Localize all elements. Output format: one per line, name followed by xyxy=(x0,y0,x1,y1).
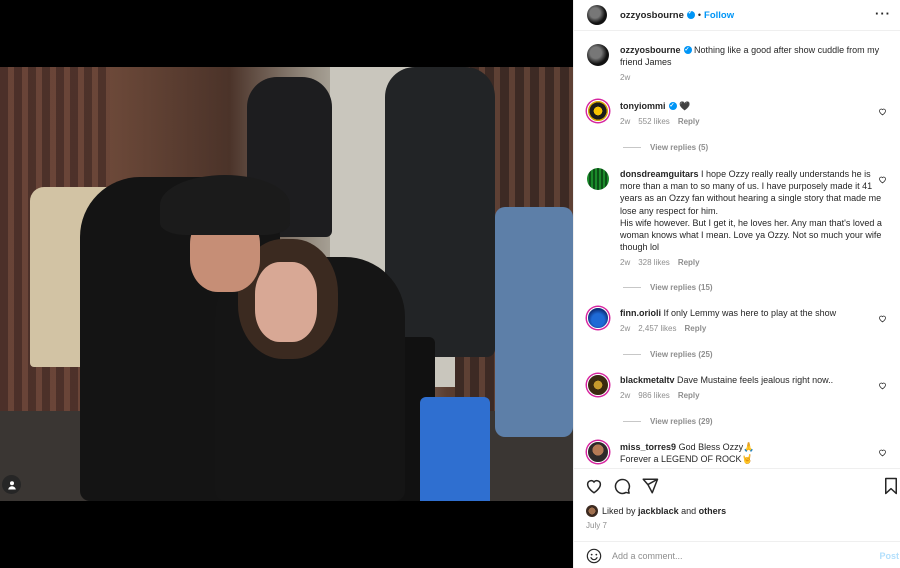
avatar[interactable] xyxy=(587,307,609,329)
view-replies-button[interactable]: View replies (25) xyxy=(623,350,713,359)
more-icon[interactable]: ··· xyxy=(875,6,891,21)
user-tag-icon xyxy=(7,480,16,489)
heart-icon[interactable] xyxy=(585,477,603,495)
view-replies-label: View replies (25) xyxy=(650,350,713,359)
user-tag-button[interactable] xyxy=(2,475,21,494)
post-date: July 7 xyxy=(586,521,607,530)
liked-by-user[interactable]: jackblack xyxy=(638,506,679,516)
avatar[interactable] xyxy=(587,5,607,25)
view-replies-label: View replies (15) xyxy=(650,283,713,292)
liked-by-others[interactable]: others xyxy=(699,506,727,516)
post-actions: Liked by jackblack and others July 7 Pos… xyxy=(574,468,900,568)
share-icon[interactable] xyxy=(641,477,659,495)
comment-username[interactable]: finn.orioli xyxy=(620,308,661,318)
reply-button[interactable]: Reply xyxy=(678,391,700,400)
comment-time: 2w xyxy=(620,117,631,127)
reply-button[interactable]: Reply xyxy=(684,324,706,333)
comment-username[interactable]: donsdreamguitars xyxy=(620,169,699,179)
comment-text: Dave Mustaine feels jealous right now.. xyxy=(677,375,834,385)
comment-text: 🖤 xyxy=(679,101,691,111)
heart-icon[interactable] xyxy=(878,107,887,116)
comment-icon[interactable] xyxy=(613,477,631,495)
liked-by-and: and xyxy=(681,506,697,516)
separator-dot: • xyxy=(697,10,702,20)
comment-username[interactable]: tonyiommi xyxy=(620,101,666,111)
avatar[interactable] xyxy=(587,168,609,190)
verified-icon xyxy=(668,100,677,112)
comment-text-continued: His wife however. But I get it, he loves… xyxy=(620,217,882,253)
comment-text: God Bless Ozzy🙏 xyxy=(678,442,755,452)
heart-icon[interactable] xyxy=(878,381,887,390)
comment-time: 2w xyxy=(620,258,631,268)
reply-button[interactable]: Reply xyxy=(678,117,700,126)
post-media xyxy=(0,0,573,568)
view-replies-button[interactable]: View replies (15) xyxy=(623,283,713,292)
comment-likes[interactable]: 328 likes xyxy=(638,258,670,267)
comment-text: If only Lemmy was here to play at the sh… xyxy=(663,308,837,318)
heart-icon[interactable] xyxy=(878,314,887,323)
caption-username[interactable]: ozzyosbourne xyxy=(620,45,681,55)
post-photo[interactable] xyxy=(0,67,573,501)
comment-time: 2w xyxy=(620,391,631,401)
header-username[interactable]: ozzyosbourne xyxy=(620,10,684,21)
caption-time: 2w xyxy=(620,73,631,83)
avatar[interactable] xyxy=(586,505,598,517)
comment-input[interactable] xyxy=(612,550,862,561)
heart-icon[interactable] xyxy=(878,175,887,184)
comments-list[interactable]: ozzyosbourne Nothing like a good after s… xyxy=(574,32,900,468)
view-replies-button[interactable]: View replies (5) xyxy=(623,143,708,152)
comment-username[interactable]: blackmetaltv xyxy=(620,375,675,385)
verified-icon xyxy=(686,9,695,19)
comment-likes[interactable]: 2,457 likes xyxy=(638,324,676,333)
post-sidebar: ozzyosbourne • Follow ··· ozzyosbourne N… xyxy=(573,0,900,568)
avatar[interactable] xyxy=(587,374,609,396)
view-replies-label: View replies (5) xyxy=(650,143,709,152)
heart-icon[interactable] xyxy=(878,448,887,457)
emoji-icon[interactable] xyxy=(586,548,602,564)
avatar[interactable] xyxy=(587,44,609,66)
view-replies-button[interactable]: View replies (29) xyxy=(623,417,713,426)
follow-button[interactable]: Follow xyxy=(704,10,734,21)
comment-time: 2w xyxy=(620,324,631,334)
bookmark-icon[interactable] xyxy=(883,477,899,495)
post-header: ozzyosbourne • Follow ··· xyxy=(574,0,900,31)
avatar[interactable] xyxy=(587,441,609,463)
comment-username[interactable]: miss_torres9 xyxy=(620,442,676,452)
avatar[interactable] xyxy=(587,100,609,122)
comment-text-continued: Forever a LEGEND OF ROCK🤘 xyxy=(620,454,753,465)
liked-by-prefix: Liked by xyxy=(602,506,636,516)
comment-likes[interactable]: 986 likes xyxy=(638,391,670,400)
comment-likes[interactable]: 552 likes xyxy=(638,117,670,126)
reply-button[interactable]: Reply xyxy=(678,258,700,267)
add-comment-bar: Post xyxy=(574,541,900,568)
view-replies-label: View replies (29) xyxy=(650,417,713,426)
liked-by: Liked by jackblack and others xyxy=(586,505,726,517)
verified-icon xyxy=(683,44,692,56)
post-button[interactable]: Post xyxy=(879,551,899,561)
